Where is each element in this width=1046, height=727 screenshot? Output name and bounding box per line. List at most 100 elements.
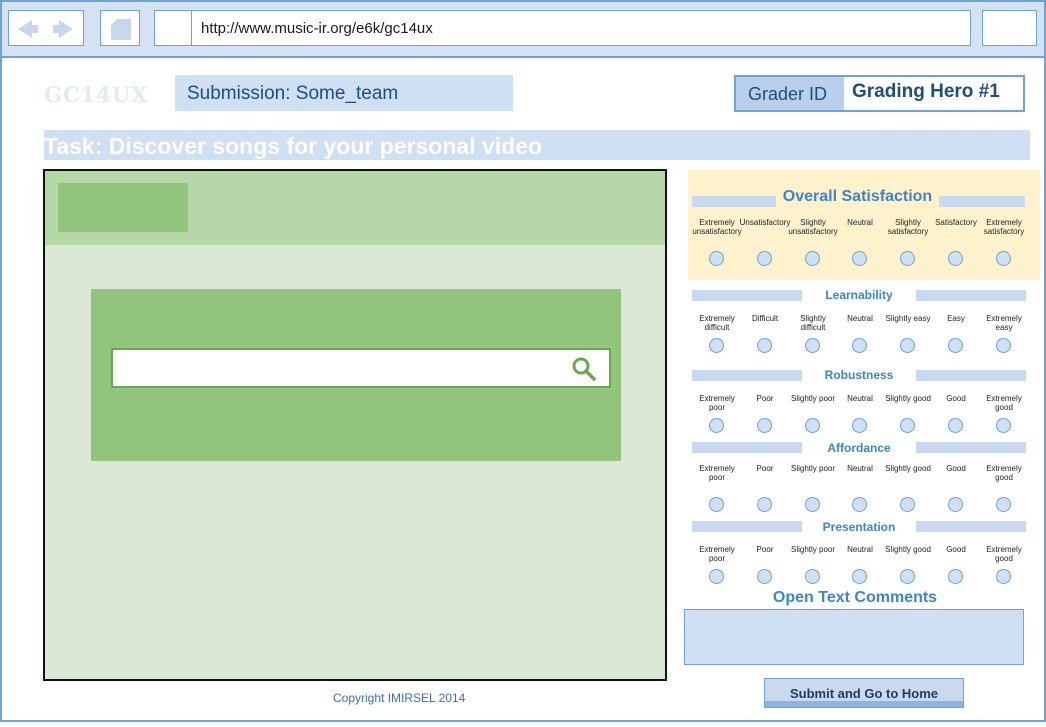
overall-radio[interactable]: [709, 251, 724, 266]
task-title: Task: Discover songs for your personal v…: [44, 133, 543, 159]
learnability-radio[interactable]: [852, 338, 867, 353]
mockup-header: [45, 171, 665, 245]
learnability-scale-label: Slightly easy: [885, 314, 931, 323]
learnability-radio[interactable]: [805, 338, 820, 353]
overall-radio[interactable]: [948, 251, 963, 266]
affordance-scale-label: Extremely good: [986, 464, 1022, 482]
learnability-radio[interactable]: [948, 338, 963, 353]
learnability-scale-label: Extremely easy: [986, 314, 1022, 332]
grader-id-box: Grader ID Grading Hero #1: [734, 75, 1025, 112]
learnability-divider-bar: [916, 290, 1026, 301]
presentation-scale-label: Good: [946, 545, 966, 554]
presentation-scale-label: Slightly poor: [790, 545, 836, 554]
presentation-scale-label: Extremely poor: [699, 545, 735, 563]
affordance-divider-bar: [692, 442, 802, 453]
overall-divider-bar: [939, 196, 1025, 207]
robustness-radio[interactable]: [805, 418, 820, 433]
affordance-radio[interactable]: [996, 497, 1011, 512]
robustness-radio[interactable]: [900, 418, 915, 433]
learnability-radio[interactable]: [996, 338, 1011, 353]
overall-radio[interactable]: [852, 251, 867, 266]
affordance-radio[interactable]: [709, 497, 724, 512]
copyright-text: Copyright IMIRSEL 2014: [333, 691, 466, 705]
robustness-scale-label: Good: [946, 394, 966, 403]
robustness-radio[interactable]: [757, 418, 772, 433]
task-banner: Task: Discover songs for your personal v…: [44, 130, 1030, 160]
robustness-radio[interactable]: [948, 418, 963, 433]
affordance-radio[interactable]: [852, 497, 867, 512]
home-button[interactable]: [100, 10, 140, 46]
learnability-scale-label: Easy: [947, 314, 965, 323]
overall-scale-label: Slightly unsatisfactory: [788, 218, 838, 236]
submit-button[interactable]: Submit and Go to Home: [764, 678, 964, 708]
url-bar[interactable]: http://www.music-ir.org/e6k/gc14ux: [154, 10, 971, 46]
presentation-divider-bar: [692, 521, 802, 532]
learnability-scale-label: Extremely difficult: [699, 314, 735, 332]
affordance-radio[interactable]: [900, 497, 915, 512]
mockup-logo: [58, 183, 188, 232]
browser-menu-button[interactable]: [982, 10, 1037, 46]
overall-radio[interactable]: [757, 251, 772, 266]
robustness-section-title: Robustness: [824, 368, 894, 382]
search-icon[interactable]: [571, 356, 597, 382]
overall-radio[interactable]: [900, 251, 915, 266]
robustness-scale-label: Poor: [756, 394, 774, 403]
learnability-divider-bar: [692, 290, 802, 301]
presentation-radio[interactable]: [948, 569, 963, 584]
affordance-radio[interactable]: [805, 497, 820, 512]
browser-toolbar: http://www.music-ir.org/e6k/gc14ux: [2, 2, 1044, 58]
overall-scale-label: Slightly satisfactory: [887, 218, 929, 236]
presentation-radio[interactable]: [709, 569, 724, 584]
overall-scale-label: Unsatisfactory: [739, 218, 791, 227]
robustness-divider-bar: [916, 370, 1026, 381]
affordance-scale-label: Slightly poor: [790, 464, 836, 473]
url-text[interactable]: http://www.music-ir.org/e6k/gc14ux: [201, 20, 433, 37]
presentation-section-title: Presentation: [822, 520, 896, 534]
overall-scale-label: Extremely unsatisfactory: [692, 218, 742, 236]
search-input[interactable]: [111, 348, 611, 388]
url-bar-divider: [191, 11, 192, 45]
submission-label: Submission: Some_team: [175, 75, 513, 111]
robustness-scale-label: Neutral: [847, 394, 873, 403]
learnability-radio[interactable]: [709, 338, 724, 353]
affordance-section-title: Affordance: [827, 441, 891, 455]
learnability-scale-label: Neutral: [847, 314, 873, 323]
presentation-radio[interactable]: [757, 569, 772, 584]
overall-scale-label: Extremely satisfactory: [983, 218, 1025, 236]
robustness-scale-label: Extremely poor: [699, 394, 735, 412]
overall-scale-label: Neutral: [847, 218, 873, 227]
affordance-radio[interactable]: [757, 497, 772, 512]
mockup-search-area: [91, 289, 621, 461]
presentation-radio[interactable]: [805, 569, 820, 584]
forward-arrow-icon[interactable]: [53, 20, 73, 38]
page-frame: http://www.music-ir.org/e6k/gc14ux GC14U…: [0, 0, 1046, 722]
overall-section-title: Overall Satisfaction: [782, 188, 933, 205]
affordance-scale-label: Extremely poor: [699, 464, 735, 482]
presentation-scale-label: Slightly good: [885, 545, 931, 554]
presentation-radio[interactable]: [852, 569, 867, 584]
affordance-radio[interactable]: [948, 497, 963, 512]
learnability-radio[interactable]: [900, 338, 915, 353]
comments-textarea[interactable]: [684, 609, 1024, 665]
learnability-section-title: Learnability: [825, 288, 893, 302]
robustness-scale-label: Slightly good: [885, 394, 931, 403]
home-icon: [111, 19, 131, 40]
overall-radio[interactable]: [805, 251, 820, 266]
robustness-radio[interactable]: [852, 418, 867, 433]
back-arrow-icon[interactable]: [18, 20, 38, 38]
robustness-radio[interactable]: [996, 418, 1011, 433]
learnability-scale-label: Difficult: [751, 314, 779, 323]
presentation-radio[interactable]: [900, 569, 915, 584]
affordance-divider-bar: [916, 442, 1026, 453]
presentation-scale-label: Extremely good: [986, 545, 1022, 563]
learnability-radio[interactable]: [757, 338, 772, 353]
robustness-scale-label: Extremely good: [986, 394, 1022, 412]
learnability-scale-label: Slightly difficult: [800, 314, 826, 332]
comments-title: Open Text Comments: [772, 589, 938, 606]
robustness-radio[interactable]: [709, 418, 724, 433]
presentation-radio[interactable]: [996, 569, 1011, 584]
presentation-scale-label: Neutral: [847, 545, 873, 554]
grader-id-label: Grader ID: [736, 77, 844, 110]
site-logo: GC14UX: [44, 82, 149, 107]
overall-radio[interactable]: [996, 251, 1011, 266]
